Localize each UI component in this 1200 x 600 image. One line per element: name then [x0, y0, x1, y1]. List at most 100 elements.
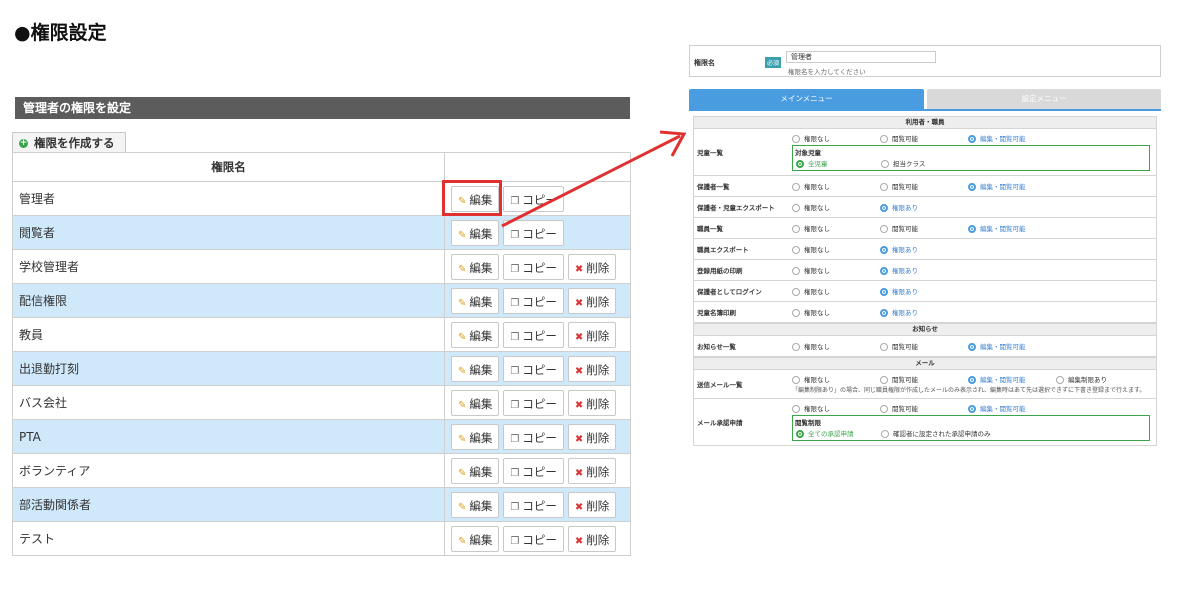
radio-has-permission[interactable]: 権限あり: [880, 265, 918, 275]
delete-button[interactable]: ✖ 削除: [567, 525, 617, 552]
copy-button[interactable]: ❐ コピー: [503, 423, 564, 450]
delete-button[interactable]: ✖ 削除: [567, 355, 617, 382]
delete-button[interactable]: ✖ 削除: [567, 287, 617, 314]
perm-row-mail-approval: メール承認申請 権限なし 閲覧可能 編集・閲覧可能 閲覧制限 全ての承認申請 確…: [693, 399, 1157, 446]
perm-row-sent-mail: 送信メール一覧 権限なし 閲覧可能 編集・閲覧可能 編集制限あり 「編集制限あり…: [693, 370, 1157, 399]
radio-view[interactable]: 閲覧可能: [880, 133, 918, 143]
radio-none[interactable]: 権限なし: [792, 286, 830, 296]
role-name-hint: 権限名を入力してください: [788, 68, 866, 76]
perm-row-roster-print: 児童名簿印刷 権限なし 権限あり: [693, 302, 1157, 323]
role-name: 教員: [12, 317, 445, 352]
edit-button[interactable]: ✎ 編集: [451, 389, 500, 416]
radio-view[interactable]: 閲覧可能: [880, 341, 918, 351]
radio-has-permission[interactable]: 権限あり: [880, 307, 918, 317]
radio-none[interactable]: 権限なし: [792, 244, 830, 254]
radio-none[interactable]: 権限なし: [792, 374, 830, 384]
radio-edit[interactable]: 編集・閲覧可能: [968, 133, 1026, 143]
role-name-input[interactable]: 管理者: [786, 51, 936, 63]
radio-edit[interactable]: 編集・閲覧可能: [968, 403, 1026, 413]
radio-has-permission[interactable]: 権限あり: [880, 244, 918, 254]
radio-none[interactable]: 権限なし: [792, 223, 830, 233]
role-name: 部活動関係者: [12, 487, 445, 522]
edit-button[interactable]: ✎ 編集: [451, 491, 500, 518]
pencil-icon: ✎: [458, 365, 467, 377]
radio-all-children[interactable]: 全児童: [796, 158, 828, 168]
role-actions: ✎ 編集 ❐ コピー ✖ 削除: [444, 521, 631, 556]
delete-button[interactable]: ✖ 削除: [567, 457, 617, 484]
pencil-icon: ✎: [458, 331, 467, 343]
copy-button[interactable]: ❐ コピー: [503, 389, 564, 416]
copy-button[interactable]: ❐ コピー: [503, 253, 564, 280]
perm-label: 登録用紙の印刷: [697, 267, 743, 275]
radio-edit[interactable]: 編集・閲覧可能: [968, 223, 1026, 233]
edit-button[interactable]: ✎ 編集: [451, 219, 500, 246]
radio-none[interactable]: 権限なし: [792, 265, 830, 275]
delete-button[interactable]: ✖ 削除: [567, 423, 617, 450]
copy-button[interactable]: ❐ コピー: [503, 491, 564, 518]
radio-has-permission[interactable]: 権限あり: [880, 202, 918, 212]
radio-edit[interactable]: 編集・閲覧可能: [968, 374, 1026, 384]
radio-class-in-charge[interactable]: 担当クラス: [881, 158, 925, 168]
role-actions: ✎ 編集 ❐ コピー ✖ 削除: [444, 317, 631, 352]
delete-icon: ✖: [574, 467, 584, 479]
radio-view[interactable]: 閲覧可能: [880, 374, 918, 384]
perm-label: 保護者一覧: [697, 183, 730, 191]
table-row: 部活動関係者 ✎ 編集 ❐ コピー ✖ 削除: [12, 487, 631, 522]
perm-row-notice-list: お知らせ一覧 権限なし 閲覧可能 編集・閲覧可能: [693, 336, 1157, 357]
table-row: テスト ✎ 編集 ❐ コピー ✖ 削除: [12, 521, 631, 556]
radio-edit[interactable]: 編集・閲覧可能: [968, 181, 1026, 191]
copy-button[interactable]: ❐ コピー: [503, 355, 564, 382]
radio-approver-only[interactable]: 確認者に設定された承認申請のみ: [881, 428, 991, 438]
delete-icon: ✖: [574, 365, 584, 377]
delete-icon: ✖: [574, 263, 584, 275]
group-mail: メール: [693, 357, 1157, 370]
copy-button[interactable]: ❐ コピー: [503, 321, 564, 348]
radio-view[interactable]: 閲覧可能: [880, 223, 918, 233]
table-row: PTA ✎ 編集 ❐ コピー ✖ 削除: [12, 419, 631, 454]
copy-icon: ❐: [510, 433, 520, 445]
radio-none[interactable]: 権限なし: [792, 181, 830, 191]
edit-button[interactable]: ✎ 編集: [451, 423, 500, 450]
plus-icon: +: [19, 138, 28, 148]
copy-button[interactable]: ❐ コピー: [503, 457, 564, 484]
edit-button[interactable]: ✎ 編集: [451, 525, 500, 552]
role-name: テスト: [12, 521, 445, 556]
radio-none[interactable]: 権限なし: [792, 341, 830, 351]
radio-all-approvals[interactable]: 全ての承認申請: [796, 428, 854, 438]
delete-icon: ✖: [574, 501, 584, 513]
role-edit-preview: 権限名 必須 管理者 権限名を入力してください メインメニュー 設定メニュー 利…: [689, 45, 1162, 451]
radio-view[interactable]: 閲覧可能: [880, 403, 918, 413]
tab-main-menu[interactable]: メインメニュー: [689, 89, 924, 109]
role-actions: ✎ 編集 ❐ コピー ✖ 削除: [444, 487, 631, 522]
radio-view[interactable]: 閲覧可能: [880, 181, 918, 191]
edit-button[interactable]: ✎ 編集: [451, 253, 500, 280]
copy-icon: ❐: [510, 501, 520, 513]
perm-label: メール承認申請: [697, 419, 743, 427]
edit-button[interactable]: ✎ 編集: [451, 287, 500, 314]
table-row: 学校管理者 ✎ 編集 ❐ コピー ✖ 削除: [12, 249, 631, 284]
radio-none[interactable]: 権限なし: [792, 307, 830, 317]
perm-row-staff: 職員一覧 権限なし 閲覧可能 編集・閲覧可能: [693, 218, 1157, 239]
tab-settings-menu[interactable]: 設定メニュー: [927, 89, 1161, 109]
delete-button[interactable]: ✖ 削除: [567, 491, 617, 518]
copy-button[interactable]: ❐ コピー: [503, 525, 564, 552]
perm-row-children: 児童一覧 権限なし 閲覧可能 編集・閲覧可能 対象児童 全児童 担当クラス: [693, 129, 1157, 176]
delete-button[interactable]: ✖ 削除: [567, 389, 617, 416]
target-children-label: 対象児童: [795, 149, 821, 157]
radio-none[interactable]: 権限なし: [792, 403, 830, 413]
copy-icon: ❐: [510, 399, 520, 411]
radio-edit[interactable]: 編集・閲覧可能: [968, 341, 1026, 351]
table-header-name: 権限名: [12, 152, 445, 182]
create-role-button[interactable]: + 権限を作成する: [12, 132, 126, 152]
radio-edit-limited[interactable]: 編集制限あり: [1056, 374, 1107, 384]
radio-none[interactable]: 権限なし: [792, 133, 830, 143]
table-row: 配信権限 ✎ 編集 ❐ コピー ✖ 削除: [12, 283, 631, 318]
edit-button[interactable]: ✎ 編集: [451, 321, 500, 348]
radio-has-permission[interactable]: 権限あり: [880, 286, 918, 296]
edit-button[interactable]: ✎ 編集: [451, 355, 500, 382]
radio-none[interactable]: 権限なし: [792, 202, 830, 212]
delete-button[interactable]: ✖ 削除: [567, 253, 617, 280]
edit-button[interactable]: ✎ 編集: [451, 457, 500, 484]
copy-button[interactable]: ❐ コピー: [503, 287, 564, 314]
delete-button[interactable]: ✖ 削除: [567, 321, 617, 348]
